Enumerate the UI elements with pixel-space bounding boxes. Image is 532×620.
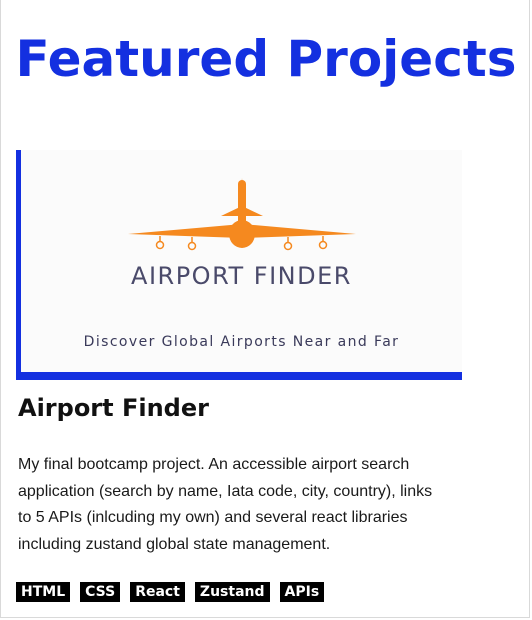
image-logo-title: AIRPORT FINDER — [131, 262, 352, 290]
tag-apis: APIs — [279, 582, 325, 602]
tag-html: HTML — [16, 582, 71, 602]
project-image[interactable]: AIRPORT FINDER Discover Global Airports … — [16, 150, 462, 380]
tag-zustand: Zustand — [194, 582, 270, 602]
tech-tags: HTML CSS React Zustand APIs — [16, 582, 325, 602]
project-title: Airport Finder — [18, 394, 209, 422]
page-title: Featured Projects — [15, 30, 517, 88]
tag-react: React — [130, 582, 185, 602]
project-description: My final bootcamp project. An accessible… — [18, 456, 433, 553]
tag-css: CSS — [80, 582, 121, 602]
image-tagline: Discover Global Airports Near and Far — [83, 334, 400, 350]
project-card[interactable]: AIRPORT FINDER Discover Global Airports … — [16, 150, 462, 602]
